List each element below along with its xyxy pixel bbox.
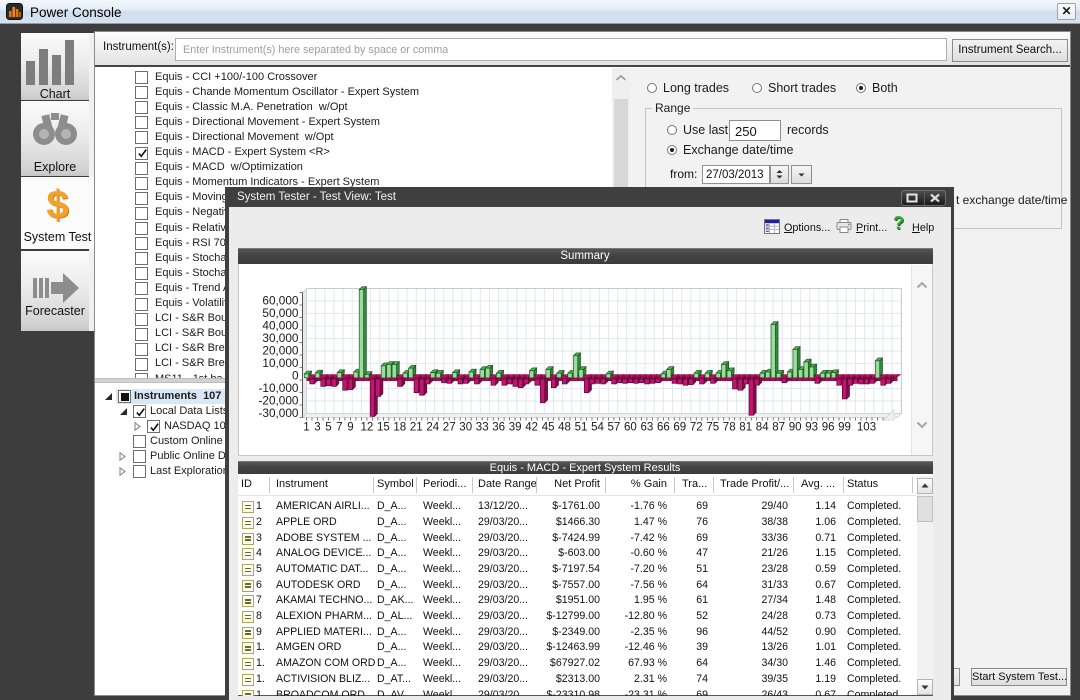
svg-text:69: 69 — [673, 421, 686, 433]
svg-text:36: 36 — [492, 421, 505, 433]
svg-text:81: 81 — [739, 421, 752, 433]
svg-text:72: 72 — [689, 421, 702, 433]
svg-text:93: 93 — [805, 421, 818, 433]
svg-text:42: 42 — [525, 421, 538, 433]
svg-text:99: 99 — [838, 421, 851, 433]
svg-text:90: 90 — [788, 421, 801, 433]
svg-text:78: 78 — [722, 421, 735, 433]
svg-text:27: 27 — [442, 421, 455, 433]
svg-text:24: 24 — [426, 421, 439, 433]
svg-text:9: 9 — [347, 421, 353, 433]
svg-text:15: 15 — [377, 421, 390, 433]
svg-text:54: 54 — [591, 421, 604, 433]
svg-text:33: 33 — [475, 421, 488, 433]
svg-text:66: 66 — [657, 421, 670, 433]
svg-text:87: 87 — [772, 421, 785, 433]
svg-text:63: 63 — [640, 421, 653, 433]
svg-text:1: 1 — [303, 421, 309, 433]
svg-text:96: 96 — [821, 421, 834, 433]
svg-text:30: 30 — [459, 421, 472, 433]
svg-text:3: 3 — [314, 421, 320, 433]
svg-text:7: 7 — [336, 421, 342, 433]
svg-text:60: 60 — [624, 421, 637, 433]
svg-text:39: 39 — [508, 421, 521, 433]
svg-text:12: 12 — [360, 421, 373, 433]
svg-text:57: 57 — [607, 421, 620, 433]
svg-text:-30,000: -30,000 — [258, 406, 298, 420]
svg-text:48: 48 — [558, 421, 571, 433]
svg-text:5: 5 — [325, 421, 331, 433]
svg-text:51: 51 — [574, 421, 587, 433]
svg-text:84: 84 — [755, 421, 768, 433]
svg-text:21: 21 — [409, 421, 422, 433]
svg-text:75: 75 — [706, 421, 719, 433]
svg-text:103: 103 — [856, 421, 875, 433]
svg-text:45: 45 — [541, 421, 554, 433]
svg-text:18: 18 — [393, 421, 406, 433]
